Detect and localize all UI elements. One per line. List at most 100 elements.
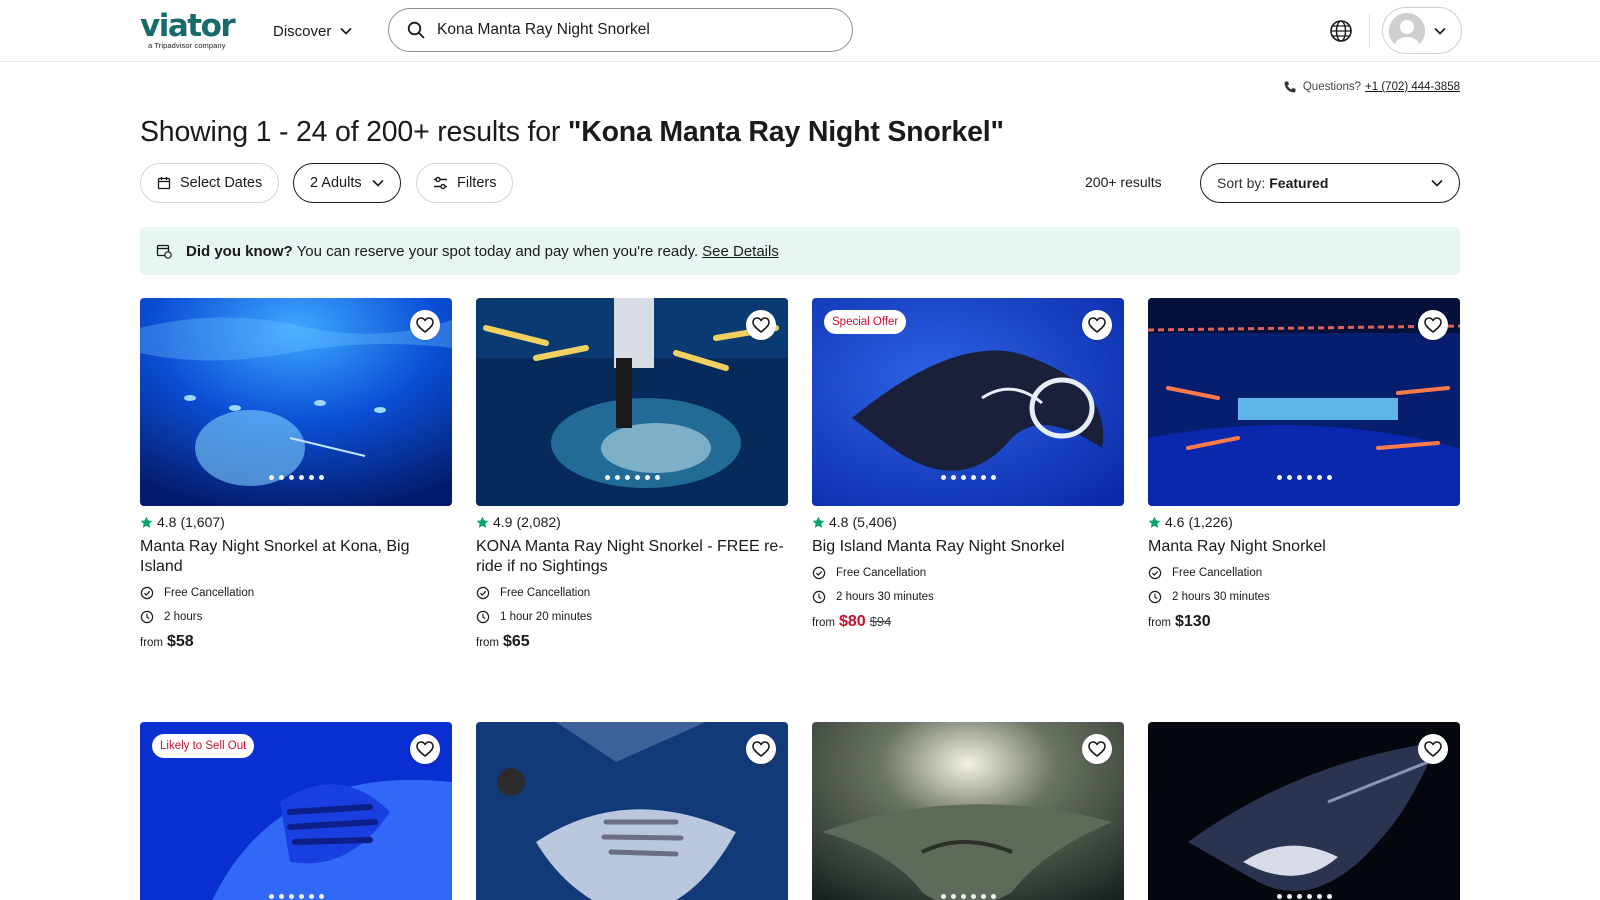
carousel-dots [812,475,1124,480]
price-from-label: from [476,637,499,649]
wishlist-heart-button[interactable] [410,734,440,764]
heart-icon [1424,317,1442,333]
carousel-dots [476,475,788,480]
product-title[interactable]: Manta Ray Night Snorkel [1148,537,1460,557]
account-menu[interactable] [1382,7,1462,54]
rating-value: 4.8 [157,514,177,530]
rating: 4.6 (1,226) [1148,513,1460,531]
globe-icon[interactable] [1328,18,1354,44]
clock-icon [476,610,490,624]
chevron-down-icon [372,179,384,187]
carousel-dots [1148,475,1460,480]
cancellation-label: Free Cancellation [1172,567,1263,579]
product-photo[interactable] [140,298,452,506]
sliders-icon [434,176,447,190]
results-query: "Kona Manta Ray Night Snorkel" [567,116,1004,148]
clock-icon [812,590,826,604]
price-amount: $58 [167,633,194,650]
product-card[interactable]: 4.8 (1,607) Manta Ray Night Snorkel at Ko… [140,298,452,651]
rating-value: 4.9 [493,514,513,530]
price-amount: $130 [1175,613,1211,630]
product-photo[interactable] [1148,722,1460,900]
carousel-dots [812,894,1124,900]
product-card[interactable]: Likely to Sell Out [140,722,452,900]
wishlist-heart-button[interactable] [1418,310,1448,340]
phone-link[interactable]: +1 (702) 444-3858 [1365,81,1460,93]
product-photo[interactable] [1148,298,1460,506]
carousel-dots [140,894,452,900]
rating-value: 4.8 [829,514,849,530]
avatar [1389,12,1425,49]
price: from $58 [140,633,452,651]
product-photo[interactable] [476,298,788,506]
wishlist-heart-button[interactable] [746,310,776,340]
chevron-down-icon [1431,179,1443,187]
photo-image [812,722,1124,900]
wishlist-heart-button[interactable] [1082,310,1112,340]
product-card[interactable]: 4.9 (2,082) KONA Manta Ray Night Snorkel … [476,298,788,651]
filters-label: Filters [457,175,497,191]
see-details-link[interactable]: See Details [702,243,779,260]
select-dates-button[interactable]: Select Dates [140,163,280,203]
product-card[interactable]: 4.6 (1,226) Manta Ray Night Snorkel Free … [1148,298,1460,631]
product-title[interactable]: KONA Manta Ray Night Snorkel - FREE re-r… [476,537,788,577]
free-cancellation: Free Cancellation [476,585,788,601]
product-photo[interactable]: Special Offer [812,298,1124,506]
product-title[interactable]: Big Island Manta Ray Night Snorkel [812,537,1124,557]
viator-logo[interactable]: viator a Tripadvisor company [140,8,236,50]
price: from $130 [1148,613,1460,631]
search-icon [407,21,425,39]
cancellation-label: Free Cancellation [500,587,591,599]
star-icon [476,516,489,528]
sort-label: Sort by: [1217,175,1266,191]
search-bar[interactable] [388,8,853,52]
discover-menu[interactable]: Discover [273,18,352,44]
wishlist-heart-button[interactable] [1082,734,1112,764]
free-cancellation: Free Cancellation [812,565,1124,581]
heart-icon [1088,317,1106,333]
sort-dropdown[interactable]: Sort by: Featured [1200,163,1460,203]
phone-icon [1284,81,1296,93]
travelers-dropdown[interactable]: 2 Adults [293,163,401,203]
product-photo[interactable] [812,722,1124,900]
product-card[interactable] [1148,722,1460,900]
carousel-dots [140,475,452,480]
duration: 2 hours [140,609,452,625]
product-photo[interactable] [476,722,788,900]
search-input[interactable] [437,21,817,39]
duration-label: 2 hours 30 minutes [836,591,934,603]
wishlist-heart-button[interactable] [746,734,776,764]
top-nav: viator a Tripadvisor company Discover [0,0,1600,62]
product-photo[interactable]: Likely to Sell Out [140,722,452,900]
logo-wordmark: viator [140,8,236,44]
review-count: (1,607) [180,514,225,530]
photo-image [476,722,788,900]
chevron-down-icon [340,27,352,35]
questions-label: Questions? [1302,81,1362,93]
logo-subtitle: a Tripadvisor company [148,41,226,50]
product-card[interactable] [476,722,788,900]
chevron-down-icon [1434,27,1446,35]
check-circle-icon [476,586,490,600]
questions-contact: Questions? +1 (702) 444-3858 [1283,80,1460,94]
product-title[interactable]: Manta Ray Night Snorkel at Kona, Big Isl… [140,537,452,577]
heart-icon [752,741,770,757]
product-card[interactable]: Special Offer 4.8 (5,406) Big Island Mant… [812,298,1124,631]
wishlist-heart-button[interactable] [410,310,440,340]
calendar-check-icon [156,244,172,259]
product-card[interactable] [812,722,1124,900]
rating: 4.8 (5,406) [812,513,1124,531]
clock-icon [1148,590,1162,604]
banner-text: You can reserve your spot today and pay … [296,242,699,260]
likely-to-sell-out-badge: Likely to Sell Out [152,734,255,758]
rating: 4.8 (1,607) [140,513,452,531]
wishlist-heart-button[interactable] [1418,734,1448,764]
duration: 2 hours 30 minutes [1148,589,1460,605]
travelers-label: 2 Adults [310,175,362,191]
header-divider [1369,14,1370,48]
calendar-icon [157,177,171,190]
filters-button[interactable]: Filters [416,163,514,203]
check-circle-icon [140,586,154,600]
review-count: (1,226) [1188,514,1233,530]
price: from $80 $94 [812,613,1124,631]
